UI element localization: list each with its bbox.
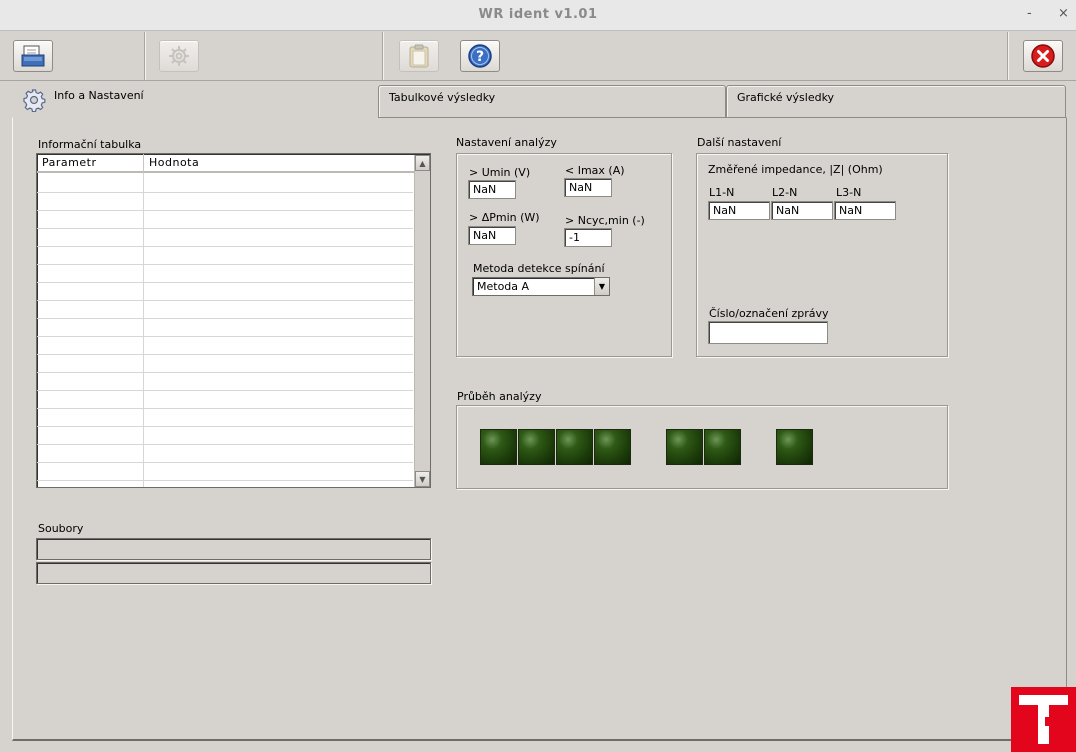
tab-graphic-results[interactable]: Grafické výsledky <box>726 85 1066 118</box>
files-title: Soubory <box>38 522 84 535</box>
table-row[interactable] <box>37 283 413 301</box>
gear-icon <box>23 89 46 112</box>
vertical-scrollbar[interactable]: ▲ ▼ <box>414 155 430 487</box>
help-icon: ? <box>468 44 492 68</box>
tab-table-results[interactable]: Tabulkové výsledky <box>378 85 726 118</box>
report-label: Číslo/označení zprávy <box>709 307 829 320</box>
window-close-button[interactable]: × <box>1058 6 1069 21</box>
column-header-parametr[interactable]: Parametr <box>37 154 144 173</box>
imax-field[interactable]: NaN <box>564 178 612 197</box>
progress-title: Průběh analýzy <box>457 390 542 403</box>
pmin-field[interactable]: NaN <box>468 226 516 245</box>
progress-led-1 <box>480 429 517 465</box>
l2-field[interactable]: NaN <box>771 201 833 220</box>
open-button[interactable] <box>13 40 53 72</box>
l3-field[interactable]: NaN <box>834 201 896 220</box>
table-row[interactable] <box>37 229 413 247</box>
clipboard-icon <box>409 44 429 68</box>
table-row[interactable] <box>37 319 413 337</box>
imax-label: < Imax (A) <box>565 164 625 177</box>
table-row[interactable] <box>37 391 413 409</box>
file-field-2[interactable] <box>36 562 431 584</box>
table-row[interactable] <box>37 247 413 265</box>
progress-led-4 <box>594 429 631 465</box>
tab-label: Info a Nastavení <box>54 89 144 102</box>
progress-led-2 <box>518 429 555 465</box>
table-row[interactable] <box>37 193 413 211</box>
gear-icon <box>169 46 189 66</box>
file-field-1[interactable] <box>36 538 431 560</box>
column-header-hodnota[interactable]: Hodnota <box>144 154 414 173</box>
university-logo <box>1011 687 1076 752</box>
ncyc-field[interactable]: -1 <box>564 228 612 247</box>
analysis-settings-title: Nastavení analýzy <box>456 136 557 149</box>
table-row[interactable] <box>37 373 413 391</box>
toolbar-separator <box>144 32 145 80</box>
tab-label: Tabulkové výsledky <box>389 91 496 104</box>
toolbar-separator <box>382 32 383 80</box>
table-row[interactable] <box>37 301 413 319</box>
umin-field[interactable]: NaN <box>468 180 516 199</box>
method-label: Metoda detekce spínání <box>473 262 605 275</box>
umin-label: > Umin (V) <box>469 166 531 179</box>
scroll-up-icon[interactable]: ▲ <box>415 155 430 171</box>
info-table-title: Informační tabulka <box>38 138 142 151</box>
report-field[interactable] <box>708 321 828 344</box>
clipboard-button[interactable] <box>399 40 439 72</box>
table-row[interactable] <box>37 445 413 463</box>
l1-field[interactable]: NaN <box>708 201 770 220</box>
svg-text:?: ? <box>476 49 484 65</box>
l2-label: L2-N <box>772 186 798 199</box>
window-title: WR ident v1.01 <box>478 7 598 22</box>
info-table: Parametr Hodnota ▲ ▼ <box>36 153 431 488</box>
minimize-button[interactable]: - <box>1027 6 1032 21</box>
method-select[interactable]: Metoda A ▼ <box>472 277 610 296</box>
open-icon <box>21 45 45 67</box>
ncyc-label: > Ncyc,min (-) <box>565 214 645 227</box>
impedance-label: Změřené impedance, |Z| (Ohm) <box>708 163 883 176</box>
table-row[interactable] <box>37 265 413 283</box>
pmin-label: > ΔPmin (W) <box>469 211 540 224</box>
help-button[interactable]: ? <box>460 40 500 72</box>
chevron-down-icon[interactable]: ▼ <box>594 278 609 295</box>
l3-label: L3-N <box>836 186 862 199</box>
l1-label: L1-N <box>709 186 735 199</box>
progress-led-3 <box>556 429 593 465</box>
table-row[interactable] <box>37 427 413 445</box>
table-row[interactable] <box>37 355 413 373</box>
table-row[interactable] <box>37 337 413 355</box>
logo-t-icon <box>1019 695 1068 744</box>
toolbar-separator <box>1007 32 1008 80</box>
progress-led-7 <box>776 429 813 465</box>
table-row[interactable] <box>37 409 413 427</box>
settings-button[interactable] <box>159 40 199 72</box>
exit-button[interactable] <box>1023 40 1063 72</box>
method-select-value: Metoda A <box>477 280 530 293</box>
other-settings-title: Další nastavení <box>697 136 782 149</box>
table-row[interactable] <box>37 175 413 193</box>
table-row[interactable] <box>37 463 413 481</box>
scroll-down-icon[interactable]: ▼ <box>415 471 430 487</box>
close-icon <box>1031 44 1055 68</box>
tab-label: Grafické výsledky <box>737 91 835 104</box>
tab-info-settings[interactable]: Info a Nastavení <box>12 85 378 118</box>
progress-led-6 <box>704 429 741 465</box>
table-row[interactable] <box>37 211 413 229</box>
progress-led-5 <box>666 429 703 465</box>
toolbar-divider <box>0 80 1076 81</box>
